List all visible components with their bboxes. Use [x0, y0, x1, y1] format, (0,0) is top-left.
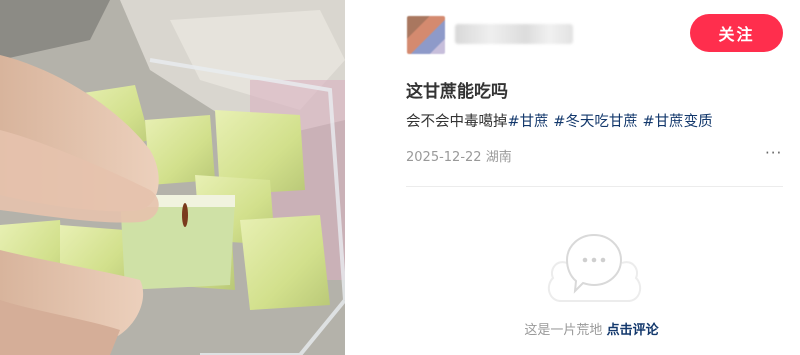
post-desc-text: 会不会中毒噶掉 — [406, 114, 508, 130]
follow-button[interactable]: 关注 — [690, 14, 783, 52]
post-detail-panel: 关注 这甘蔗能吃吗 会不会中毒噶掉#甘蔗 #冬天吃甘蔗 #甘蔗变质 2025-1… — [383, 0, 800, 355]
divider — [406, 186, 783, 187]
empty-comments-text: 这是一片荒地 — [524, 323, 603, 338]
empty-comments-message: 这是一片荒地 点击评论 — [383, 319, 800, 338]
post-title: 这甘蔗能吃吗 — [406, 82, 508, 102]
post-date: 2025-12-22 — [406, 150, 482, 165]
author-avatar[interactable] — [407, 16, 445, 54]
post-meta: 2025-12-22 湖南 — [406, 146, 512, 165]
column-gap — [345, 0, 383, 355]
more-dots-icon[interactable]: ··· — [765, 144, 782, 162]
post-description: 会不会中毒噶掉#甘蔗 #冬天吃甘蔗 #甘蔗变质 — [406, 110, 713, 131]
click-to-comment-link[interactable]: 点击评论 — [607, 323, 659, 338]
empty-comments-bubble-icon — [547, 233, 642, 302]
sugarcane-photo — [0, 0, 345, 355]
hashtag-link[interactable]: #冬天吃甘蔗 — [553, 114, 638, 130]
author-name-blurred[interactable] — [455, 24, 573, 44]
post-location: 湖南 — [485, 150, 512, 165]
post-photo[interactable] — [0, 0, 345, 355]
hashtag-link[interactable]: #甘蔗变质 — [643, 114, 713, 130]
hashtag-link[interactable]: #甘蔗 — [508, 114, 549, 130]
